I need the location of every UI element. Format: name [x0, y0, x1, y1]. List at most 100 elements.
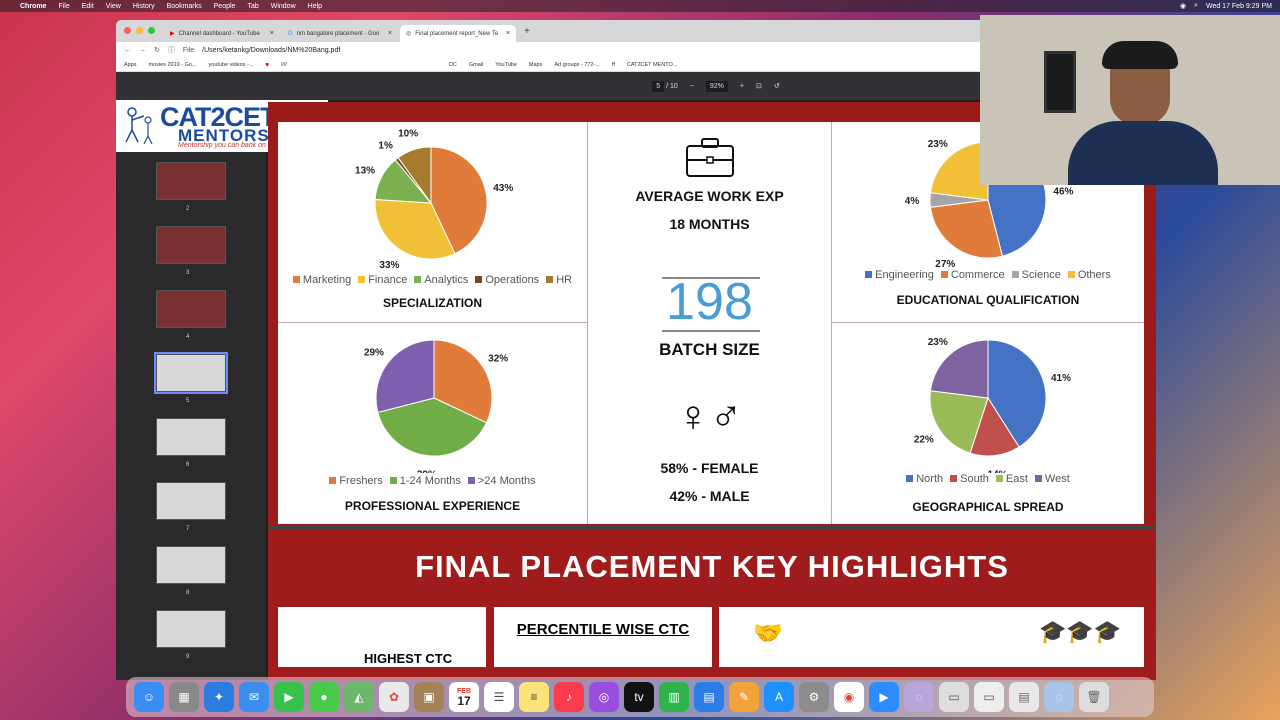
pages-icon[interactable]: ✎: [729, 682, 759, 712]
safari-icon[interactable]: ✦: [204, 682, 234, 712]
bookmark-maps[interactable]: Maps: [529, 62, 542, 68]
podcasts-icon[interactable]: ◎: [589, 682, 619, 712]
minimize-window-button[interactable]: [136, 27, 143, 34]
fit-page-icon[interactable]: ⊡: [756, 82, 762, 90]
zoom-window-button[interactable]: [148, 27, 155, 34]
reminders-icon[interactable]: ☰: [484, 682, 514, 712]
close-tab-icon[interactable]: ×: [270, 30, 274, 37]
tab-pdf[interactable]: ◎ Final placement report_New Te ×: [400, 25, 516, 42]
address-input[interactable]: /Users/ketankg/Downloads/NM%20Bang.pdf: [202, 47, 340, 54]
batch-size-label: BATCH SIZE: [659, 340, 760, 359]
wifi-icon[interactable]: ◉: [1180, 2, 1186, 10]
back-icon[interactable]: ←: [124, 47, 131, 54]
bookmark-cat2cet[interactable]: CAT2CET MENTO...: [627, 62, 677, 68]
close-window-button[interactable]: [124, 27, 131, 34]
notes-icon[interactable]: ≡: [519, 682, 549, 712]
keynote-icon[interactable]: ▤: [694, 682, 724, 712]
highest-ctc-label: HIGHEST CTC: [364, 651, 453, 666]
forward-icon[interactable]: →: [139, 47, 146, 54]
page-number-input[interactable]: 5: [652, 80, 665, 92]
messages-icon[interactable]: ●: [309, 682, 339, 712]
pie-data-label: 29%: [364, 347, 384, 358]
finder-icon[interactable]: ☺: [134, 682, 164, 712]
menu-tab[interactable]: Tab: [247, 3, 258, 10]
menu-view[interactable]: View: [106, 3, 121, 10]
legend-item: HR: [546, 274, 572, 286]
numbers-icon[interactable]: ▥: [659, 682, 689, 712]
bookmark-dc[interactable]: DC: [449, 62, 457, 68]
thumbnail-page-2[interactable]: [156, 162, 226, 200]
thumbnail-page-5[interactable]: [154, 352, 228, 394]
legend-item: Finance: [358, 274, 407, 286]
tv-icon[interactable]: tv: [624, 682, 654, 712]
bookmark-gmail[interactable]: Gmail: [469, 62, 483, 68]
close-tab-icon[interactable]: ×: [388, 30, 392, 37]
pie-data-label: 13%: [355, 165, 375, 176]
menu-history[interactable]: History: [133, 3, 155, 10]
bookmark-movies[interactable]: movies 2019 - Go...: [149, 62, 197, 68]
bookmark-red[interactable]: ■: [266, 62, 269, 68]
bookmark-ad-groups[interactable]: Ad groups - 772-...: [554, 62, 600, 68]
downloads-icon[interactable]: ▤: [1009, 682, 1039, 712]
reload-icon[interactable]: ↻: [154, 46, 160, 54]
geography-title: GEOGRAPHICAL SPREAD: [912, 500, 1064, 514]
music-icon[interactable]: ♪: [554, 682, 584, 712]
menu-bookmarks[interactable]: Bookmarks: [167, 3, 202, 10]
facetime-icon[interactable]: ▶: [274, 682, 304, 712]
maps-icon[interactable]: ◭: [344, 682, 374, 712]
thumbnail-page-3[interactable]: [156, 226, 226, 264]
new-tab-button[interactable]: +: [518, 26, 536, 37]
legend-item: Science: [1011, 269, 1061, 281]
zoom-out-button[interactable]: −: [690, 83, 694, 90]
siri2-icon[interactable]: ◌: [1044, 682, 1074, 712]
thumbnail-page-7[interactable]: [156, 482, 226, 520]
calendar-day: 17: [457, 693, 471, 708]
gender-icon: ♀♂: [676, 392, 743, 441]
dock: ☺ ▦ ✦ ✉ ▶ ● ◭ ✿ ▣ FEB 17 ☰ ≡ ♪ ◎ tv ▥ ▤ ✎…: [126, 677, 1154, 717]
bookmark-youtube-videos[interactable]: youtube videos -...: [209, 62, 254, 68]
launchpad-icon[interactable]: ▦: [169, 682, 199, 712]
menu-file[interactable]: File: [58, 3, 69, 10]
bookmark-apps[interactable]: Apps: [124, 62, 137, 68]
appstore-icon[interactable]: A: [764, 682, 794, 712]
menu-help[interactable]: Help: [308, 3, 322, 10]
tab-youtube[interactable]: ▶ Channel dashboard - YouTube ×: [164, 25, 280, 42]
menu-window[interactable]: Window: [271, 3, 296, 10]
menu-app-name[interactable]: Chrome: [20, 3, 46, 10]
rotate-icon[interactable]: ↺: [774, 82, 780, 90]
search-icon[interactable]: ⌕: [1194, 2, 1198, 10]
bookmark-youtube[interactable]: YouTube: [495, 62, 517, 68]
mail-icon[interactable]: ✉: [239, 682, 269, 712]
experience-title: PROFESSIONAL EXPERIENCE: [344, 499, 521, 513]
pdf-document-view[interactable]: 43% 33% 13% 1% 10% Marketing Finance Analyti…: [268, 102, 1156, 680]
trash-icon[interactable]: 🗑: [1079, 682, 1109, 712]
tab-title: Final placement report_New Te: [415, 30, 499, 37]
zoom-in-button[interactable]: +: [740, 83, 744, 90]
bookmark-ff[interactable]: ff: [612, 62, 615, 68]
thumbnail-number: 9: [186, 654, 190, 660]
finder2-icon[interactable]: ▭: [974, 682, 1004, 712]
siri-icon[interactable]: ◌: [904, 682, 934, 712]
thumbnail-page-6[interactable]: [156, 418, 226, 456]
thumbnail-page-8[interactable]: [156, 546, 226, 584]
settings-icon[interactable]: ⚙: [799, 682, 829, 712]
photos-icon[interactable]: ✿: [379, 682, 409, 712]
calendar-icon[interactable]: FEB 17: [449, 682, 479, 712]
thumbnail-number: 6: [186, 462, 190, 468]
experience-cell: 32% 39% 29% Freshers 1-24 Months >24 Month…: [278, 323, 588, 524]
close-tab-icon[interactable]: ×: [506, 30, 510, 37]
bookmark-dashes[interactable]: ////: [281, 62, 287, 68]
menu-people[interactable]: People: [214, 3, 236, 10]
zoom-icon[interactable]: ▶: [869, 682, 899, 712]
thumbnail-page-9[interactable]: [156, 610, 226, 648]
education-legend: Engineering Commerce Science Others: [832, 269, 1144, 281]
menu-edit[interactable]: Edit: [82, 3, 94, 10]
preview-icon[interactable]: ▭: [939, 682, 969, 712]
chrome-icon[interactable]: ◉: [834, 682, 864, 712]
contacts-icon[interactable]: ▣: [414, 682, 444, 712]
summary-cell: AVERAGE WORK EXP 18 MONTHS 198 BATCH SIZ…: [588, 122, 832, 524]
thumbnail-page-4[interactable]: [156, 290, 226, 328]
clock-text[interactable]: Wed 17 Feb 9:29 PM: [1206, 3, 1272, 10]
tab-google[interactable]: Gnm bangalore placement - Goo ×: [282, 25, 398, 42]
zoom-level[interactable]: 92%: [705, 80, 728, 92]
